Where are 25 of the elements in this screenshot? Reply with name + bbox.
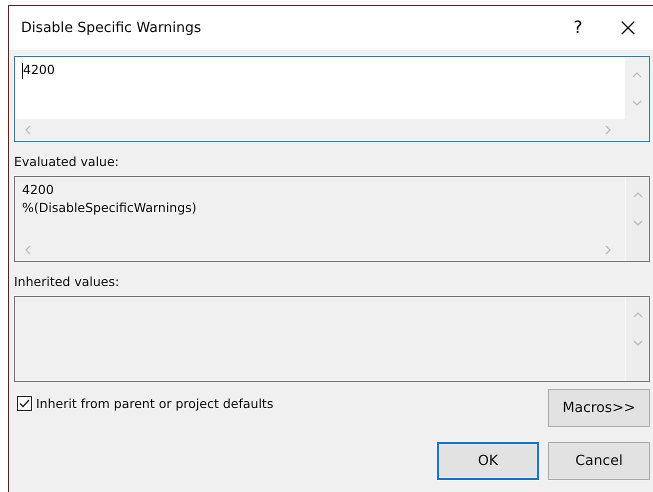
value-line: 4200 [22,181,55,199]
scroll-right-icon[interactable] [605,125,611,135]
scroll-up-icon[interactable] [632,192,642,198]
section-label: Evaluated value: [14,154,120,169]
text-area[interactable]: 4200 [14,56,650,142]
checkbox[interactable] [17,396,32,411]
scroll-down-icon[interactable] [632,220,642,226]
scroll-down-icon[interactable] [632,340,642,346]
checkmark-icon [19,399,30,408]
close-button[interactable]: × [603,8,653,48]
help-button[interactable]: ? [553,8,603,48]
scroll-left-icon[interactable] [25,125,31,135]
scroll-left-icon[interactable] [25,245,31,255]
window-title: Disable Specific Warnings [21,20,202,36]
section-label: Inherited values: [14,274,120,289]
cancel-button[interactable]: Cancel [548,442,650,480]
scroll-down-icon[interactable] [632,100,642,106]
value-line: %(DisableSpecificWarnings) [22,199,198,217]
scroll-right-icon[interactable] [605,245,611,255]
checkbox-label: Inherit from parent or project defaults [36,396,274,411]
field-value: 4200 [23,61,55,79]
macros-button[interactable]: Macros>> [548,389,650,427]
scroll-up-icon[interactable] [632,72,642,78]
ok-button[interactable]: OK [437,442,539,480]
scroll-up-icon[interactable] [632,312,642,318]
